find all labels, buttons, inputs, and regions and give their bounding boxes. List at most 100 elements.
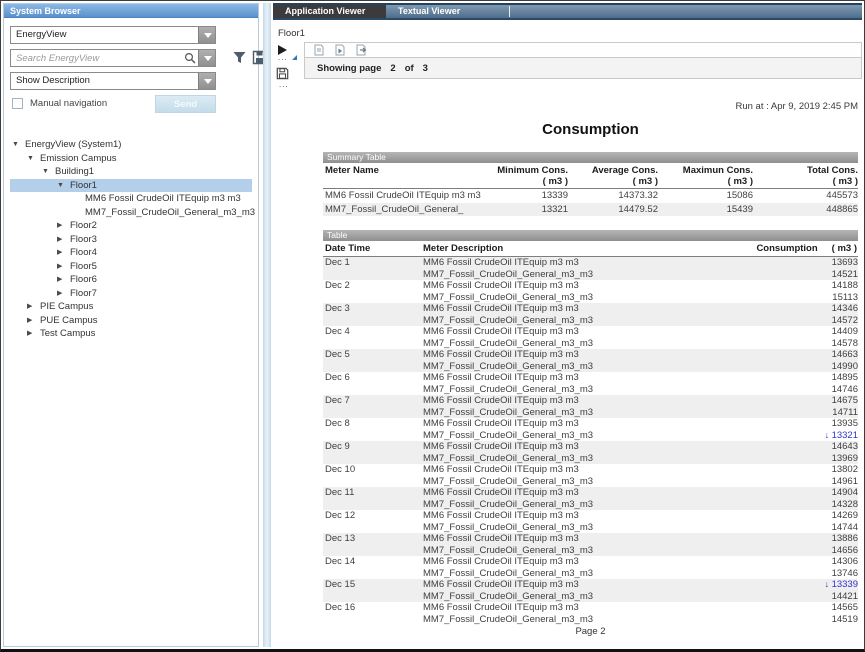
- detail-date: [323, 614, 423, 626]
- min-value-arrow-icon: ↓: [825, 430, 832, 440]
- detail-meter-description: MM7_Fossil_CrudeOil_General_m3_m3: [423, 568, 788, 580]
- summary-value: 445573: [753, 190, 858, 202]
- manual-navigation-label: Manual navigation: [30, 98, 107, 109]
- detail-row: Dec 6MM6 Fossil CrudeOil ITEquip m3 m314…: [323, 372, 858, 384]
- tree-item[interactable]: ▶PUE Campus: [10, 314, 252, 328]
- col-date-time: Date Time: [323, 243, 423, 254]
- filter-icon[interactable]: [232, 50, 247, 65]
- expanded-arrow-icon[interactable]: ▼: [27, 152, 40, 166]
- detail-meter-description: MM6 Fossil CrudeOil ITEquip m3 m3: [423, 326, 788, 338]
- tree-item-label: Test Campus: [40, 327, 95, 341]
- detail-date: [323, 476, 423, 488]
- detail-consumption-value: 14744: [788, 522, 858, 534]
- tree-item-label: Emission Campus: [40, 152, 117, 166]
- collapsed-arrow-icon[interactable]: ▶: [27, 314, 40, 328]
- description-selector[interactable]: Show Description: [10, 72, 216, 90]
- tree-item[interactable]: ▶Floor2: [10, 219, 252, 233]
- save-report-button[interactable]: ...: [276, 67, 298, 87]
- tree-item[interactable]: MM7_Fossil_CrudeOil_General_m3_m3: [10, 206, 252, 220]
- tree-item[interactable]: ▼Emission Campus: [10, 152, 252, 166]
- collapsed-arrow-icon[interactable]: ▶: [57, 219, 70, 233]
- search-input[interactable]: [11, 50, 179, 66]
- summary-table-body: MM6 Fossil CrudeOil ITEquip m3 m31333914…: [323, 189, 858, 216]
- tree-item-label: MM7_Fossil_CrudeOil_General_m3_m3: [85, 206, 255, 220]
- detail-meter-description: MM6 Fossil CrudeOil ITEquip m3 m3: [423, 464, 788, 476]
- tree-item[interactable]: MM6 Fossil CrudeOil ITEquip m3 m3: [10, 192, 252, 206]
- detail-row: Dec 8MM6 Fossil CrudeOil ITEquip m3 m313…: [323, 418, 858, 430]
- report-page-icon[interactable]: [314, 44, 324, 56]
- tree-item-label: Floor7: [70, 287, 97, 301]
- detail-meter-description: MM6 Fossil CrudeOil ITEquip m3 m3: [423, 533, 788, 545]
- search-dropdown-icon[interactable]: [198, 50, 215, 66]
- chevron-down-icon[interactable]: [198, 73, 215, 89]
- detail-consumption-value: 13935: [788, 418, 858, 430]
- detail-row: MM7_Fossil_CrudeOil_General_m3_m314711: [323, 407, 858, 419]
- tree-item[interactable]: ▶Floor7: [10, 287, 252, 301]
- collapsed-arrow-icon[interactable]: ▶: [57, 246, 70, 260]
- detail-consumption-value: 14306: [788, 556, 858, 568]
- report-play-page-icon[interactable]: [335, 44, 345, 56]
- detail-consumption-value: 14643: [788, 441, 858, 453]
- detail-date: [323, 384, 423, 396]
- col-meter-description: Meter Description: [423, 243, 756, 254]
- expanded-arrow-icon[interactable]: ▼: [42, 165, 55, 179]
- collapsed-arrow-icon[interactable]: ▶: [27, 327, 40, 341]
- detail-consumption-value: 14572: [788, 315, 858, 327]
- send-button[interactable]: Send: [155, 95, 216, 113]
- paging-total: 3: [423, 63, 428, 74]
- tree-item[interactable]: ▶Test Campus: [10, 327, 252, 341]
- summary-col-header: Meter Name: [323, 165, 483, 187]
- detail-date: Dec 12: [323, 510, 423, 522]
- detail-row: Dec 5MM6 Fossil CrudeOil ITEquip m3 m314…: [323, 349, 858, 361]
- run-report-button[interactable]: ...: [276, 45, 298, 61]
- tree-item[interactable]: ▶Floor3: [10, 233, 252, 247]
- detail-meter-description: MM7_Fossil_CrudeOil_General_m3_m3: [423, 292, 788, 304]
- tree-item[interactable]: ▼EnergyView (System1): [10, 138, 252, 152]
- tree-item-label: Floor6: [70, 273, 97, 287]
- detail-consumption-value: 13693: [788, 257, 858, 269]
- detail-meter-description: MM6 Fossil CrudeOil ITEquip m3 m3: [423, 602, 788, 614]
- tree-item[interactable]: ▶Floor4: [10, 246, 252, 260]
- collapsed-arrow-icon[interactable]: ▶: [27, 300, 40, 314]
- detail-date: [323, 269, 423, 281]
- panel-splitter[interactable]: [263, 3, 271, 647]
- tab-application-viewer[interactable]: Application Viewer: [273, 5, 386, 18]
- detail-meter-description: MM6 Fossil CrudeOil ITEquip m3 m3: [423, 556, 788, 568]
- summary-value: 14479.52: [568, 204, 658, 216]
- manual-navigation-checkbox[interactable]: [12, 98, 23, 109]
- expanded-arrow-icon[interactable]: ▼: [57, 179, 70, 193]
- collapsed-arrow-icon[interactable]: ▶: [57, 260, 70, 274]
- tree-item[interactable]: ▶PIE Campus: [10, 300, 252, 314]
- report-view: Run at : Apr 9, 2019 2:45 PM Consumption…: [304, 80, 862, 647]
- tree-item[interactable]: ▶Floor5: [10, 260, 252, 274]
- collapsed-arrow-icon[interactable]: ▶: [57, 287, 70, 301]
- tree-item[interactable]: ▼Building1: [10, 165, 252, 179]
- chevron-down-icon[interactable]: [198, 27, 215, 43]
- tree-item[interactable]: ▶Floor6: [10, 273, 252, 287]
- summary-value: 13339: [483, 190, 568, 202]
- detail-date: Dec 4: [323, 326, 423, 338]
- detail-meter-description: MM7_Fossil_CrudeOil_General_m3_m3: [423, 476, 788, 488]
- detail-date: Dec 1: [323, 257, 423, 269]
- detail-row: Dec 12MM6 Fossil CrudeOil ITEquip m3 m31…: [323, 510, 858, 522]
- view-selector[interactable]: EnergyView: [10, 26, 216, 44]
- tab-textual-viewer[interactable]: Textual Viewer: [386, 5, 499, 18]
- collapsed-arrow-icon[interactable]: ▶: [57, 273, 70, 287]
- detail-meter-description: MM6 Fossil CrudeOil ITEquip m3 m3: [423, 303, 788, 315]
- tree-item-label: Floor2: [70, 219, 97, 233]
- detail-row: MM7_Fossil_CrudeOil_General_m3_m314572: [323, 315, 858, 327]
- collapsed-arrow-icon[interactable]: ▶: [57, 233, 70, 247]
- detail-consumption-value: 14895: [788, 372, 858, 384]
- detail-meter-description: MM7_Fossil_CrudeOil_General_m3_m3: [423, 361, 788, 373]
- report-export-icon[interactable]: [356, 44, 368, 56]
- detail-row: Dec 14MM6 Fossil CrudeOil ITEquip m3 m31…: [323, 556, 858, 568]
- tree-item-label: EnergyView (System1): [25, 138, 121, 152]
- detail-row: Dec 11MM6 Fossil CrudeOil ITEquip m3 m31…: [323, 487, 858, 499]
- detail-row: MM7_Fossil_CrudeOil_General_m3_m313969: [323, 453, 858, 465]
- expanded-arrow-icon[interactable]: ▼: [12, 138, 25, 152]
- summary-value: 15086: [658, 190, 753, 202]
- search-icon[interactable]: [184, 52, 196, 64]
- summary-row: MM6 Fossil CrudeOil ITEquip m3 m31333914…: [323, 189, 858, 203]
- tree-item[interactable]: ▼Floor1: [10, 179, 252, 193]
- viewer-tab-bar: Application Viewer Textual Viewer: [273, 3, 862, 20]
